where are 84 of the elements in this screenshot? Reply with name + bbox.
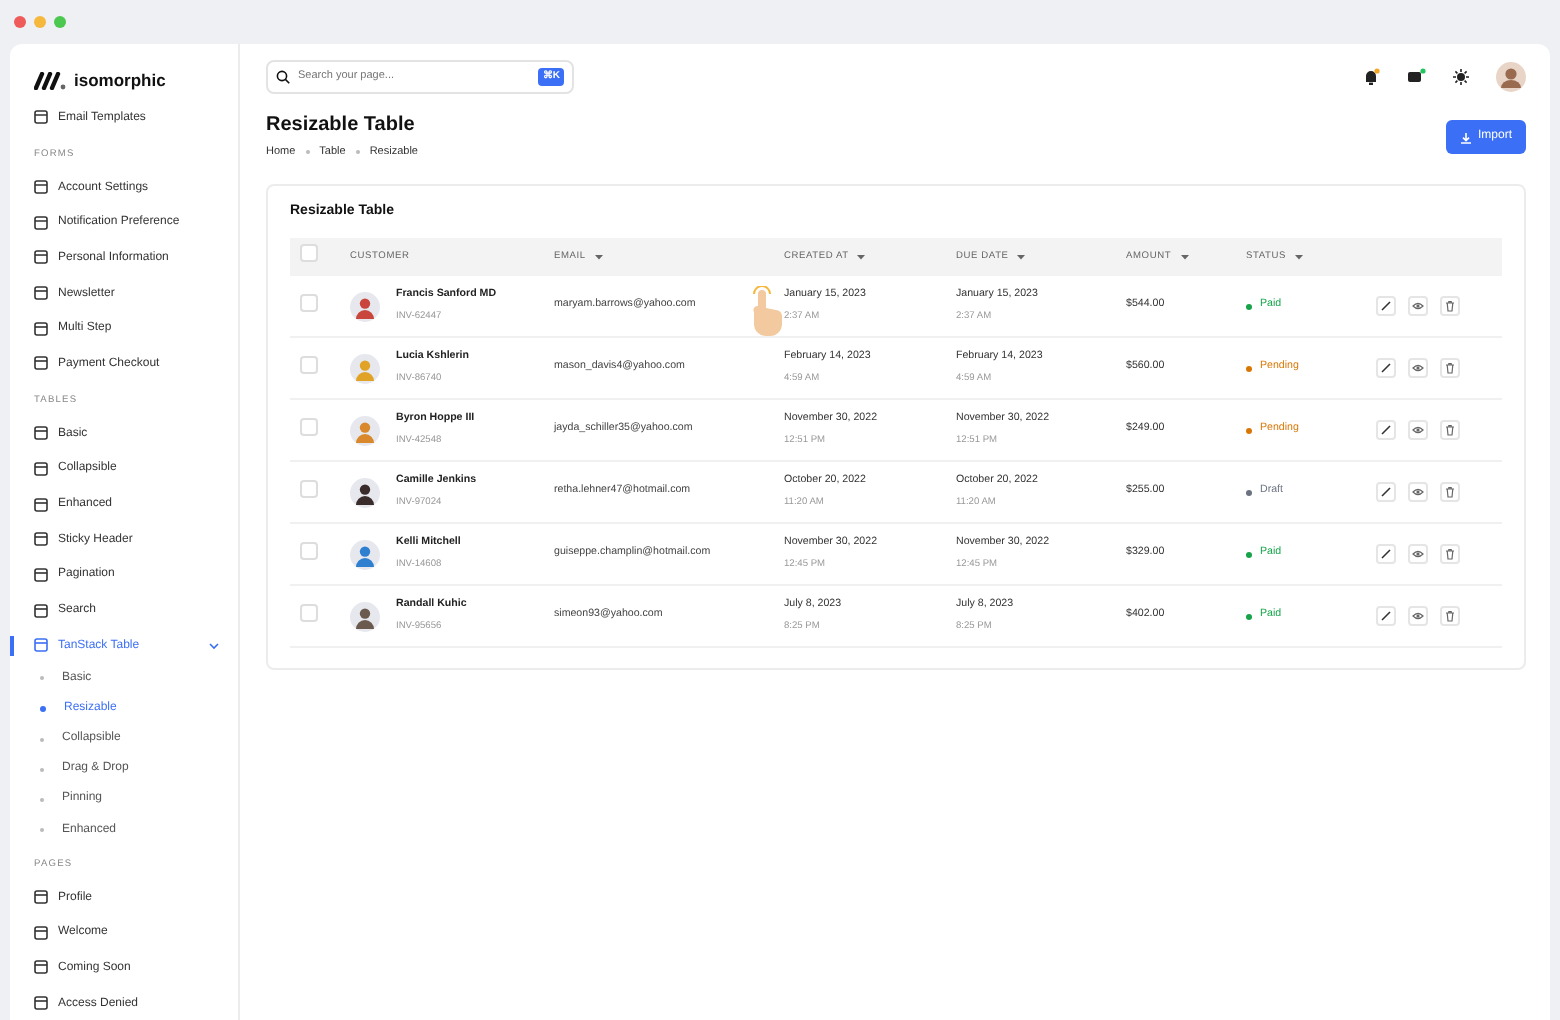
caret-down-icon <box>593 253 604 260</box>
chat-icon <box>1406 68 1426 86</box>
trash-icon <box>1444 424 1456 437</box>
search-icon <box>276 70 290 84</box>
window-icon <box>34 215 48 230</box>
view-button[interactable] <box>1408 544 1428 565</box>
eye-icon <box>1412 424 1424 437</box>
eye-icon <box>1412 362 1424 375</box>
window-icon <box>34 603 48 618</box>
eye-icon <box>1412 548 1424 561</box>
window-icon <box>34 321 48 336</box>
checkbox[interactable] <box>300 541 318 560</box>
delete-button[interactable] <box>1440 606 1460 627</box>
page-title: Resizable Table <box>266 114 417 138</box>
view-button[interactable] <box>1408 358 1428 379</box>
caret-down-icon <box>1294 253 1305 260</box>
logo-icon <box>34 71 66 89</box>
window-icon <box>34 426 48 441</box>
trash-icon <box>1444 610 1456 623</box>
checkbox[interactable] <box>300 355 318 374</box>
notification-button[interactable] <box>1362 68 1380 86</box>
window-icon <box>34 996 48 1011</box>
view-button[interactable] <box>1408 420 1428 441</box>
eye-icon <box>1412 300 1424 312</box>
delete-button[interactable] <box>1440 358 1460 379</box>
maximize-window-dot[interactable] <box>54 16 66 28</box>
eye-icon <box>1412 486 1424 499</box>
checkbox[interactable] <box>300 479 318 498</box>
settings-icon <box>1452 68 1470 86</box>
trash-icon <box>1444 300 1456 312</box>
minimize-window-dot[interactable] <box>34 16 46 28</box>
checkbox[interactable] <box>300 603 318 622</box>
window-icon <box>34 110 48 125</box>
caret-down-icon <box>1016 253 1027 260</box>
caret-down-icon <box>1179 253 1190 260</box>
pencil-icon <box>1380 362 1392 375</box>
hand-pointer-icon <box>748 286 784 338</box>
messages-button[interactable] <box>1406 68 1426 86</box>
pencil-icon <box>1380 424 1392 437</box>
window-icon <box>34 890 48 905</box>
pencil-icon <box>1380 610 1392 623</box>
window-icon <box>34 960 48 975</box>
edit-button[interactable] <box>1376 544 1396 565</box>
window-icon <box>34 532 48 547</box>
eye-icon <box>1412 610 1424 623</box>
edit-button[interactable] <box>1376 482 1396 503</box>
edit-button[interactable] <box>1376 606 1396 627</box>
view-button[interactable] <box>1408 482 1428 503</box>
logo-text: isomorphic <box>74 67 166 93</box>
window-icon <box>34 638 48 653</box>
view-button[interactable] <box>1408 296 1428 316</box>
window-icon <box>34 567 48 582</box>
delete-button[interactable] <box>1440 544 1460 565</box>
window-icon <box>34 286 48 301</box>
window-icon <box>34 461 48 476</box>
checkbox[interactable] <box>300 244 318 263</box>
caret-down-icon <box>856 253 867 260</box>
trash-icon <box>1444 486 1456 499</box>
window-icon <box>34 497 48 512</box>
view-button[interactable] <box>1408 606 1428 627</box>
window-icon <box>34 180 48 195</box>
settings-button[interactable] <box>1452 68 1470 86</box>
person-silhouette-icon <box>1496 62 1526 92</box>
pencil-icon <box>1380 548 1392 561</box>
delete-button[interactable] <box>1440 420 1460 441</box>
window-icon <box>34 356 48 371</box>
pencil-icon <box>1380 486 1392 499</box>
bell-icon <box>1362 68 1380 86</box>
edit-button[interactable] <box>1376 420 1396 441</box>
trash-icon <box>1444 362 1456 375</box>
delete-button[interactable] <box>1440 296 1460 316</box>
window-icon <box>34 250 48 265</box>
chevron-down-icon <box>208 641 220 650</box>
download-icon <box>1459 131 1472 143</box>
pencil-icon <box>1380 300 1392 312</box>
edit-button[interactable] <box>1376 358 1396 379</box>
trash-icon <box>1444 548 1456 561</box>
edit-button[interactable] <box>1376 296 1396 316</box>
user-avatar[interactable] <box>1496 62 1526 92</box>
checkbox[interactable] <box>300 293 318 312</box>
close-window-dot[interactable] <box>14 16 26 28</box>
delete-button[interactable] <box>1440 482 1460 503</box>
window-icon <box>34 925 48 940</box>
checkbox[interactable] <box>300 417 318 436</box>
